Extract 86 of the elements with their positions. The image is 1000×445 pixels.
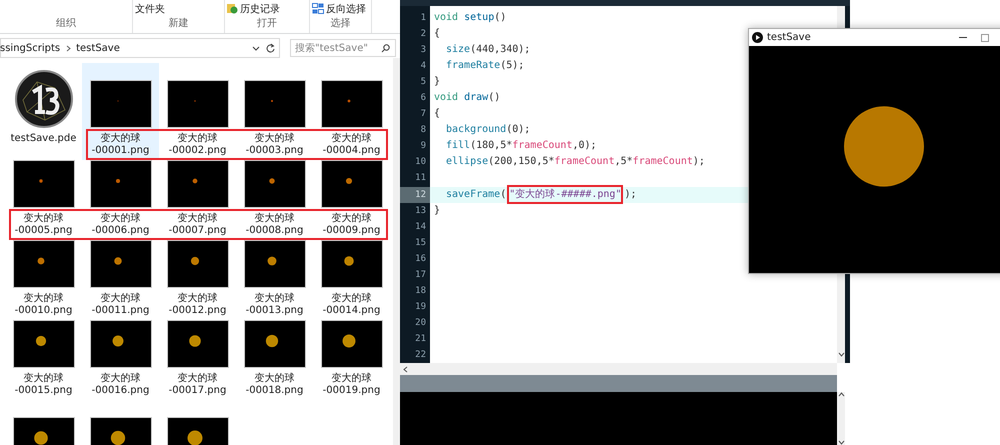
file-item[interactable]: 变大的球 -00015.png [5,320,82,400]
line-number: 5 [420,76,427,90]
file-name: testSave.pde [10,133,76,145]
ribbon-button[interactable]: 历史记录 [240,2,280,16]
line-number: 18 [414,284,427,298]
search-field[interactable]: 搜索"testSave" [290,39,396,57]
file-item[interactable]: 变大的球 -00006.png [82,160,159,240]
file-name: 变大的球 -00018.png [246,373,304,397]
breadcrumb[interactable]: ssingScripts [0,42,60,54]
line-number: 9 [420,140,427,154]
file-name: 变大的球 -00002.png [168,133,226,157]
file-name: 变大的球 -00008.png [246,213,304,237]
file-name: 变大的球 -00012.png [168,293,226,317]
line-number: 12 [400,186,430,203]
file-name: 变大的球 -00006.png [92,213,150,237]
code-line: { [434,107,440,122]
line-number: 16 [414,252,427,266]
code-line: } [434,204,440,218]
file-item[interactable]: 变大的球 -00014.png [313,240,390,320]
ribbon-button[interactable]: 反向选择 [326,2,366,16]
line-number: 14 [414,220,427,234]
file-item[interactable]: 变大的球 -00010.png [5,240,82,320]
line-number: 4 [420,60,427,74]
file-name: 变大的球 -00016.png [92,373,150,397]
line-number: 8 [420,124,427,138]
ribbon-group-label: 打开 [257,16,277,30]
file-name: 变大的球 -00014.png [322,293,380,317]
file-name: 变大的球 -00011.png [92,293,150,317]
file-name: 变大的球 -00005.png [14,213,72,237]
file-item[interactable]: 变大的球 -00012.png [159,240,236,320]
code-line: fill(180,5*frameCount,0); [446,139,597,154]
code-line: ellipse(200,150,5*frameCount,5*frameCount); [446,155,705,170]
file-item[interactable]: 变大的球 -00017.png [159,320,236,400]
file-item[interactable]: testSave.pde [5,63,82,160]
file-item[interactable]: 变大的球 -00013.png [236,240,313,320]
line-number: 20 [414,316,427,330]
breadcrumb[interactable]: testSave [76,42,120,54]
code-line: } [434,75,440,90]
line-number: 1 [420,12,427,25]
line-number: 15 [414,236,427,250]
address-bar[interactable]: ssingScripts testSave [0,38,280,58]
file-item[interactable]: 变大的球 -00003.png [236,63,313,160]
file-item[interactable]: 变大的球 -00004.png [313,63,390,160]
file-name: 变大的球 -00007.png [168,213,226,237]
file-item[interactable]: 变大的球 -00019.png [313,320,390,400]
file-name: 变大的球 -00003.png [246,133,304,157]
line-number: 7 [420,108,427,122]
ribbon-group-label: 新建 [168,16,188,30]
code-line: size(440,340); [446,43,530,58]
code-line: void setup() [434,11,506,26]
file-item[interactable]: 变大的球 -00001.png [82,63,159,160]
file-name: 变大的球 -00004.png [322,133,380,157]
file-name: 变大的球 -00009.png [322,213,380,237]
line-number: 2 [420,28,427,42]
code-line: saveFrame( "变大的球-#####.png" ); [446,186,637,203]
file-name: 变大的球 -00019.png [322,373,380,397]
ribbon-group-label: 选择 [330,16,350,30]
window-title: testSave [767,32,812,43]
line-number: 6 [420,92,427,106]
line-number: 13 [414,204,427,218]
file-item[interactable]: 变大的球 -00018.png [236,320,313,400]
ribbon-button[interactable]: 文件夹 [135,2,165,16]
file-item[interactable]: 变大的球 -00011.png [82,240,159,320]
line-number: 10 [414,156,427,170]
code-line: void draw() [434,91,500,106]
line-number: 22 [414,348,427,362]
line-number: 11 [414,172,427,186]
file-name: 变大的球 -00015.png [14,373,72,397]
line-number: 19 [414,300,427,314]
file-item[interactable]: 变大的球 -00008.png [236,160,313,240]
file-name: 变大的球 -00010.png [14,293,72,317]
file-name: 变大的球 -00013.png [246,293,304,317]
line-number: 21 [414,332,427,346]
file-item[interactable]: 变大的球 -00007.png [159,160,236,240]
file-item[interactable]: 变大的球 -00016.png [82,320,159,400]
file-item[interactable]: 变大的球 -00005.png [5,160,82,240]
line-number: 17 [414,268,427,282]
line-number: 3 [420,44,427,58]
ribbon-group-label: 组织 [56,17,76,30]
file-item[interactable]: 变大的球 -00002.png [159,63,236,160]
code-line: frameRate(5); [446,59,524,74]
file-name: 变大的球 -00001.png [92,133,150,157]
file-item[interactable]: 变大的球 -00009.png [313,160,390,240]
code-line: background(0); [446,123,530,138]
file-name: 变大的球 -00017.png [168,373,226,397]
code-line: { [434,27,440,42]
